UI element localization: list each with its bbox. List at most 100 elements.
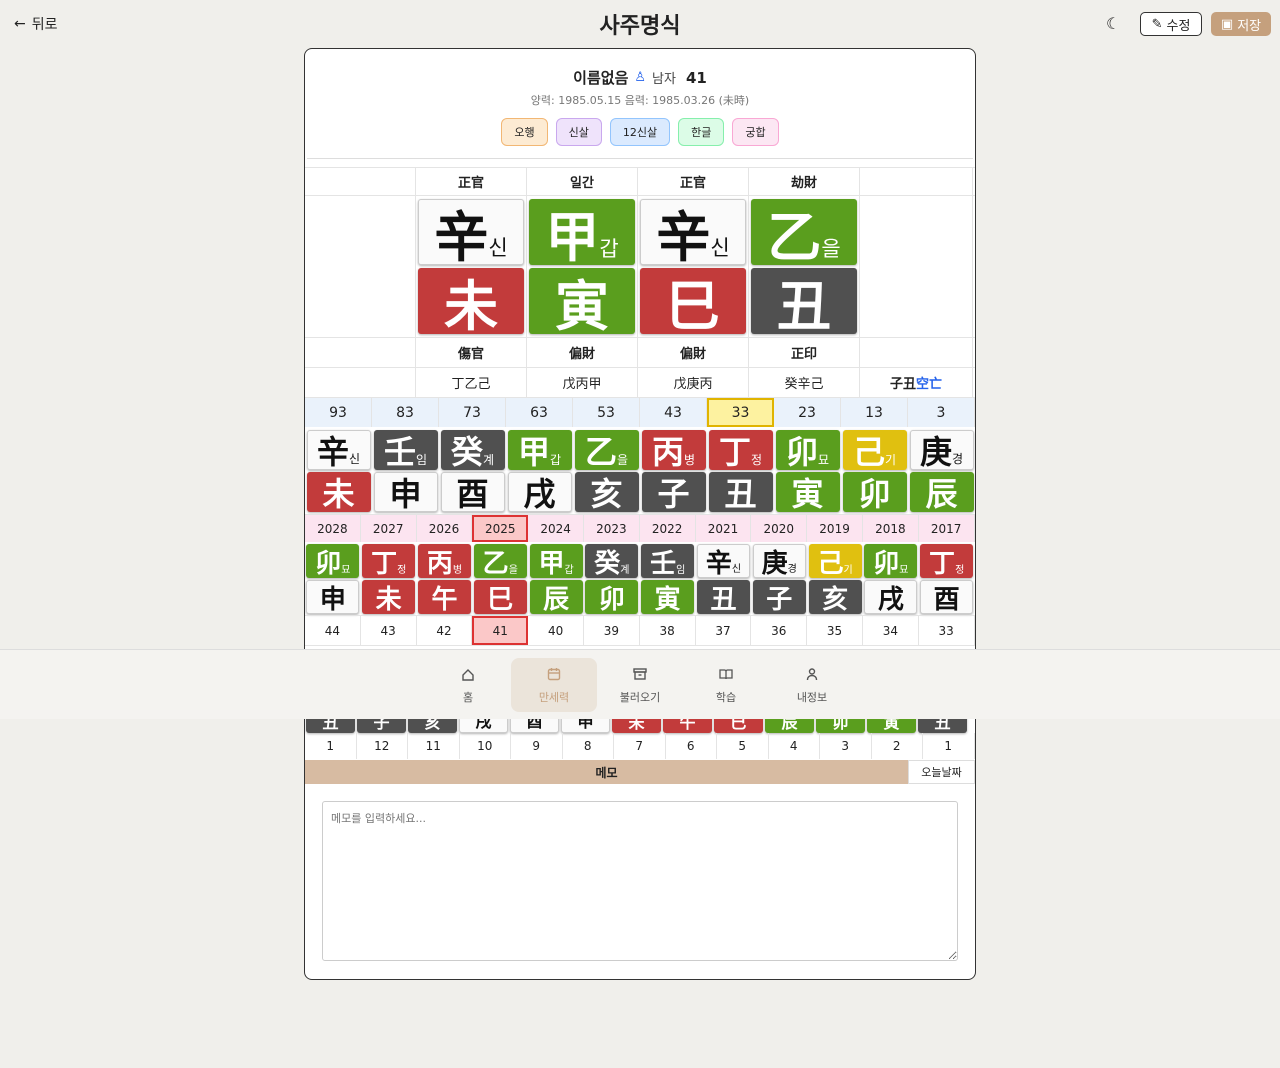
nav-item-calendar[interactable]: 만세력: [511, 658, 597, 712]
hanja-char: 壬: [650, 548, 677, 579]
memo-tab[interactable]: 메모: [305, 760, 908, 784]
daeun-age[interactable]: 43: [640, 398, 707, 427]
hangul-reading: 갑: [549, 453, 562, 467]
pillar-branch: 未: [418, 268, 524, 338]
daeun-branch: 辰: [909, 472, 974, 513]
seun-age: 37: [696, 616, 752, 645]
tag-button[interactable]: 궁합: [732, 118, 779, 146]
hangul-reading: 묘: [341, 565, 351, 576]
seun-year[interactable]: 2019: [807, 515, 863, 542]
hanja-char: 丙: [426, 548, 453, 579]
daeun-branch: 丑: [708, 472, 773, 513]
nav-item-home[interactable]: 홈: [425, 658, 511, 712]
seun-column[interactable]: 己기 亥: [807, 543, 863, 615]
seun-year[interactable]: 2026: [417, 515, 473, 542]
edit-button[interactable]: ✎ 수정: [1140, 12, 1202, 36]
seun-column[interactable]: 庚경子: [751, 543, 807, 615]
wolun-month: 11: [408, 733, 460, 759]
tag-button[interactable]: 한글: [678, 118, 725, 146]
seun-year[interactable]: 2020: [751, 515, 808, 542]
hidden-stems: 戊庚丙: [638, 368, 749, 397]
seun-year[interactable]: 2027: [361, 515, 417, 542]
nav-item-book[interactable]: 학습: [683, 658, 769, 712]
seun-age: 38: [640, 616, 696, 645]
save-button[interactable]: ▣ 저장: [1211, 12, 1271, 36]
seun-column[interactable]: 乙을巳: [472, 543, 528, 615]
tag-button[interactable]: 신살: [555, 118, 602, 146]
seun-branch: 子: [752, 580, 806, 615]
daeun-column[interactable]: 丁정丑: [707, 429, 774, 513]
wolun-month: 1: [305, 733, 357, 759]
daeun-age[interactable]: 63: [506, 398, 573, 427]
today-button[interactable]: 오늘날짜: [908, 760, 975, 784]
person-icon: ♙: [634, 70, 647, 85]
daeun-column[interactable]: 丙병子: [640, 429, 707, 513]
seun-column[interactable]: 甲갑辰: [528, 543, 584, 615]
wolun-month: 10: [460, 733, 511, 759]
home-icon: [460, 666, 476, 685]
seun-year[interactable]: 2024: [528, 515, 584, 542]
seun-year[interactable]: 2022: [640, 515, 696, 542]
daeun-column[interactable]: 甲갑戌: [506, 429, 573, 513]
daeun-age[interactable]: 93: [305, 398, 372, 427]
daeun-age[interactable]: 83: [372, 398, 439, 427]
seun-column[interactable]: 丁정未: [361, 543, 417, 615]
seun-year[interactable]: 2028: [305, 515, 361, 542]
daeun-age[interactable]: 3: [908, 398, 975, 427]
daeun-column[interactable]: 壬임申: [372, 429, 439, 513]
daeun-column[interactable]: 庚경辰: [908, 429, 975, 513]
hidden-stems: [305, 368, 416, 397]
hangul-reading: 신: [710, 236, 730, 260]
daeun-age[interactable]: 53: [573, 398, 640, 427]
daeun-column[interactable]: 己기卯: [841, 429, 908, 513]
hanja-char: 辛: [656, 204, 711, 269]
seun-year[interactable]: 2025: [472, 515, 529, 542]
nav-item-archive[interactable]: 불러오기: [597, 658, 683, 712]
daeun-column[interactable]: 辛신未: [305, 429, 372, 513]
seun-column[interactable]: 癸계卯: [584, 543, 640, 615]
daeun-column[interactable]: 卯묘 寅: [774, 429, 841, 513]
seun-year[interactable]: 2017: [919, 515, 975, 542]
nav-item-user[interactable]: 내정보: [769, 658, 855, 712]
dark-mode-toggle[interactable]: ☾: [1106, 14, 1120, 33]
hanja-char: 卯: [858, 475, 891, 513]
seun-year[interactable]: 2023: [584, 515, 640, 542]
seun-column[interactable]: 壬임寅: [640, 543, 696, 615]
hangul-reading: 임: [415, 453, 428, 467]
hanja-char: 未: [444, 273, 498, 338]
daeun-age[interactable]: 33: [707, 398, 774, 427]
hanja-char: 亥: [822, 584, 849, 615]
pillar-top-label: 正官: [638, 168, 749, 195]
tag-button[interactable]: 12신살: [609, 118, 671, 146]
hangul-reading: 경: [951, 452, 964, 466]
seun-column[interactable]: 丙병午: [417, 543, 473, 615]
daeun-column[interactable]: 乙을亥: [573, 429, 640, 513]
daeun-age[interactable]: 73: [439, 398, 506, 427]
seun-column[interactable]: 卯묘申: [305, 543, 361, 615]
wolun-month: 8: [563, 733, 614, 759]
seun-column[interactable]: 辛신丑: [696, 543, 752, 615]
seun-column[interactable]: 丁정酉: [919, 543, 975, 615]
grid-row: 93 83 73 63 53 43 33 23 13 3: [305, 397, 975, 427]
wolun-month: 4: [769, 733, 820, 759]
hanja-char: 己: [852, 433, 885, 471]
seun-stem: 己기: [808, 544, 862, 579]
daeun-age[interactable]: 23: [774, 398, 841, 427]
seun-branch: 未: [362, 580, 416, 615]
hanja-char: 寅: [791, 475, 824, 513]
memo-input[interactable]: [322, 801, 958, 961]
grid-row: 卯묘申丁정未丙병午乙을巳甲갑辰癸계卯壬임寅辛신丑庚경子己기 亥卯묘戌丁정酉: [305, 543, 975, 615]
seun-stem: 癸계: [585, 544, 639, 579]
page-title: 사주명식: [599, 14, 681, 39]
tag-button[interactable]: 오행: [501, 118, 548, 146]
hangul-reading: 신: [348, 452, 361, 466]
daeun-column[interactable]: 癸계酉: [439, 429, 506, 513]
daeun-age[interactable]: 13: [841, 398, 908, 427]
seun-column[interactable]: 卯묘戌: [863, 543, 919, 615]
hidden-stems: 戊丙甲: [527, 368, 638, 397]
seun-stem: 丙병: [417, 544, 471, 579]
seun-year[interactable]: 2018: [863, 515, 919, 542]
daeun-stem: 卯묘: [775, 430, 840, 471]
hangul-reading: 병: [452, 565, 463, 576]
seun-year[interactable]: 2021: [696, 515, 752, 542]
